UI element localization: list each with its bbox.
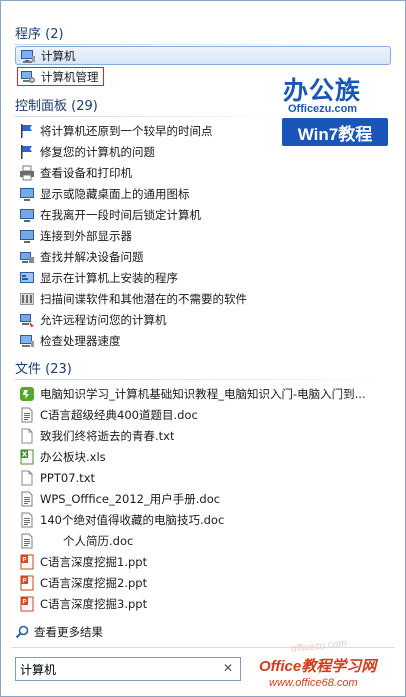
control-panel-item-label: 将计算机还原到一个较早的时间点 bbox=[40, 123, 213, 138]
ppt-icon: P bbox=[19, 554, 35, 570]
ppt-icon: P bbox=[19, 575, 35, 591]
remote-icon bbox=[19, 312, 35, 328]
program-item-computer-management[interactable]: 计算机管理 bbox=[17, 67, 104, 86]
txt-icon bbox=[19, 470, 35, 486]
file-item[interactable]: 电脑知识学习_计算机基础知识教程_电脑知识入门-电脑入门到... bbox=[19, 384, 389, 403]
flag-icon bbox=[19, 123, 35, 139]
program-item-label: 计算机 bbox=[41, 48, 76, 63]
file-item[interactable]: PPT07.txt bbox=[19, 468, 95, 487]
svg-text:P: P bbox=[23, 578, 27, 584]
control-panel-item[interactable]: 修复您的计算机的问题 bbox=[19, 142, 155, 161]
file-item-label: C语言深度挖掘3.ppt bbox=[40, 596, 148, 611]
file-item-label: C语言深度挖掘2.ppt bbox=[40, 575, 148, 590]
control-panel-item-label: 扫描间谍软件和其他潜在的不需要的软件 bbox=[40, 291, 247, 306]
control-panel-item-label: 显示在计算机上安装的程序 bbox=[40, 270, 178, 285]
file-item[interactable]: WPS_Offfice_2012_用户手册.doc bbox=[19, 489, 220, 508]
section-divider bbox=[15, 379, 391, 380]
file-item-label: C语言深度挖掘1.ppt bbox=[40, 554, 148, 569]
program-item-label: 计算机管理 bbox=[41, 69, 99, 84]
officezu-watermark: 办公族 Officezu.com Win7教程 bbox=[279, 71, 391, 149]
control-panel-item[interactable]: 连接到外部显示器 bbox=[19, 226, 132, 245]
watermark-url: Officezu.com bbox=[288, 103, 358, 115]
search-box[interactable]: ✕ bbox=[15, 657, 241, 681]
section-header-control-panel[interactable]: 控制面板 (29) bbox=[15, 94, 275, 117]
search-input[interactable] bbox=[16, 659, 216, 679]
watermark-brand: 办公族 bbox=[283, 76, 362, 105]
programs-icon bbox=[19, 270, 35, 286]
xls-icon bbox=[19, 449, 35, 465]
doc-icon bbox=[19, 491, 35, 507]
file-item-label: C语言超级经典400道题目.doc bbox=[40, 407, 198, 422]
clear-search-icon[interactable]: ✕ bbox=[221, 661, 235, 675]
office68-watermark: officezu.com Office教程学习网 www.office68.co… bbox=[251, 638, 403, 696]
file-item-label: 个人简历.doc bbox=[40, 533, 134, 548]
display-icon bbox=[19, 228, 35, 244]
control-panel-item[interactable]: 显示在计算机上安装的程序 bbox=[19, 268, 178, 287]
file-item-label: 电脑知识学习_计算机基础知识教程_电脑知识入门-电脑入门到... bbox=[40, 386, 366, 401]
file-item[interactable]: P C语言深度挖掘2.ppt bbox=[19, 573, 147, 592]
section-title: 程序 (2) bbox=[15, 26, 64, 42]
section-title: 文件 (23) bbox=[15, 361, 72, 377]
control-panel-item[interactable]: 将计算机还原到一个较早的时间点 bbox=[19, 121, 213, 140]
doc-icon bbox=[19, 407, 35, 423]
computer-icon bbox=[19, 333, 35, 349]
device-icon bbox=[19, 249, 35, 265]
computer-management-icon bbox=[20, 69, 36, 85]
see-more-results-label: 查看更多结果 bbox=[34, 625, 103, 639]
control-panel-item-label: 在我离开一段时间后锁定计算机 bbox=[40, 207, 201, 222]
control-panel-item[interactable]: 允许远程访问您的计算机 bbox=[19, 310, 167, 329]
control-panel-item[interactable]: 查看设备和打印机 bbox=[19, 163, 132, 182]
doc-icon bbox=[19, 533, 35, 549]
control-panel-item[interactable]: 在我离开一段时间后锁定计算机 bbox=[19, 205, 201, 224]
section-divider bbox=[15, 116, 275, 117]
see-more-results-link[interactable]: 查看更多结果 bbox=[15, 622, 103, 642]
watermark-tagline: Win7教程 bbox=[282, 118, 388, 146]
file-item-label: 140个绝对值得收藏的电脑技巧.doc bbox=[40, 512, 225, 527]
section-title: 控制面板 (29) bbox=[15, 98, 98, 114]
control-panel-item[interactable]: 扫描间谍软件和其他潜在的不需要的软件 bbox=[19, 289, 247, 308]
control-panel-item-label: 查看设备和打印机 bbox=[40, 165, 132, 180]
control-panel-item-label: 查找并解决设备问题 bbox=[40, 249, 144, 264]
section-header-programs[interactable]: 程序 (2) bbox=[15, 22, 391, 45]
ppt-icon: P bbox=[19, 596, 35, 612]
control-panel-item-label: 连接到外部显示器 bbox=[40, 228, 132, 243]
computer-icon bbox=[20, 48, 36, 64]
file-item[interactable]: 个人简历.doc bbox=[19, 531, 133, 550]
watermark-site-url: www.office68.com bbox=[269, 677, 358, 689]
search-icon bbox=[15, 625, 29, 639]
file-item-label: PPT07.txt bbox=[40, 470, 96, 485]
section-header-files[interactable]: 文件 (23) bbox=[15, 357, 391, 380]
doc-icon bbox=[19, 512, 35, 528]
file-item[interactable]: P C语言深度挖掘3.ppt bbox=[19, 594, 147, 613]
flag-icon bbox=[19, 144, 35, 160]
display-icon bbox=[19, 186, 35, 202]
control-panel-item-label: 显示或隐藏桌面上的通用图标 bbox=[40, 186, 190, 201]
control-panel-item[interactable]: 显示或隐藏桌面上的通用图标 bbox=[19, 184, 190, 203]
txt-icon bbox=[19, 428, 35, 444]
file-item[interactable]: P C语言深度挖掘1.ppt bbox=[19, 552, 147, 571]
file-item[interactable]: C语言超级经典400道题目.doc bbox=[19, 405, 198, 424]
file-item-label: WPS_Offfice_2012_用户手册.doc bbox=[40, 491, 221, 506]
start-menu-search-results: 程序 (2) 计算机 计算机管理 办公族 Officezu.com Win7教程… bbox=[0, 0, 406, 697]
control-panel-item-label: 允许远程访问您的计算机 bbox=[40, 312, 167, 327]
file-item-label: 办公板块.xls bbox=[40, 449, 106, 464]
control-panel-item-label: 检查处理器速度 bbox=[40, 333, 121, 348]
file-item[interactable]: 致我们终将逝去的青春.txt bbox=[19, 426, 174, 445]
control-panel-item[interactable]: 检查处理器速度 bbox=[19, 331, 121, 350]
file-item[interactable]: 办公板块.xls bbox=[19, 447, 106, 466]
control-panel-item[interactable]: 查找并解决设备问题 bbox=[19, 247, 144, 266]
watermark-faint-url: officezu.com bbox=[290, 638, 348, 655]
green-app-icon bbox=[19, 386, 35, 402]
section-divider bbox=[15, 44, 391, 45]
control-panel-item-label: 修复您的计算机的问题 bbox=[40, 144, 155, 159]
svg-text:P: P bbox=[23, 557, 27, 563]
file-item[interactable]: 140个绝对值得收藏的电脑技巧.doc bbox=[19, 510, 224, 529]
program-item-computer[interactable]: 计算机 bbox=[15, 46, 391, 65]
watermark-site-name: Office教程学习网 bbox=[259, 658, 377, 675]
defender-icon bbox=[19, 291, 35, 307]
printer-icon bbox=[19, 165, 35, 181]
file-item-label: 致我们终将逝去的青春.txt bbox=[40, 428, 175, 443]
display-icon bbox=[19, 207, 35, 223]
svg-text:P: P bbox=[23, 599, 27, 605]
